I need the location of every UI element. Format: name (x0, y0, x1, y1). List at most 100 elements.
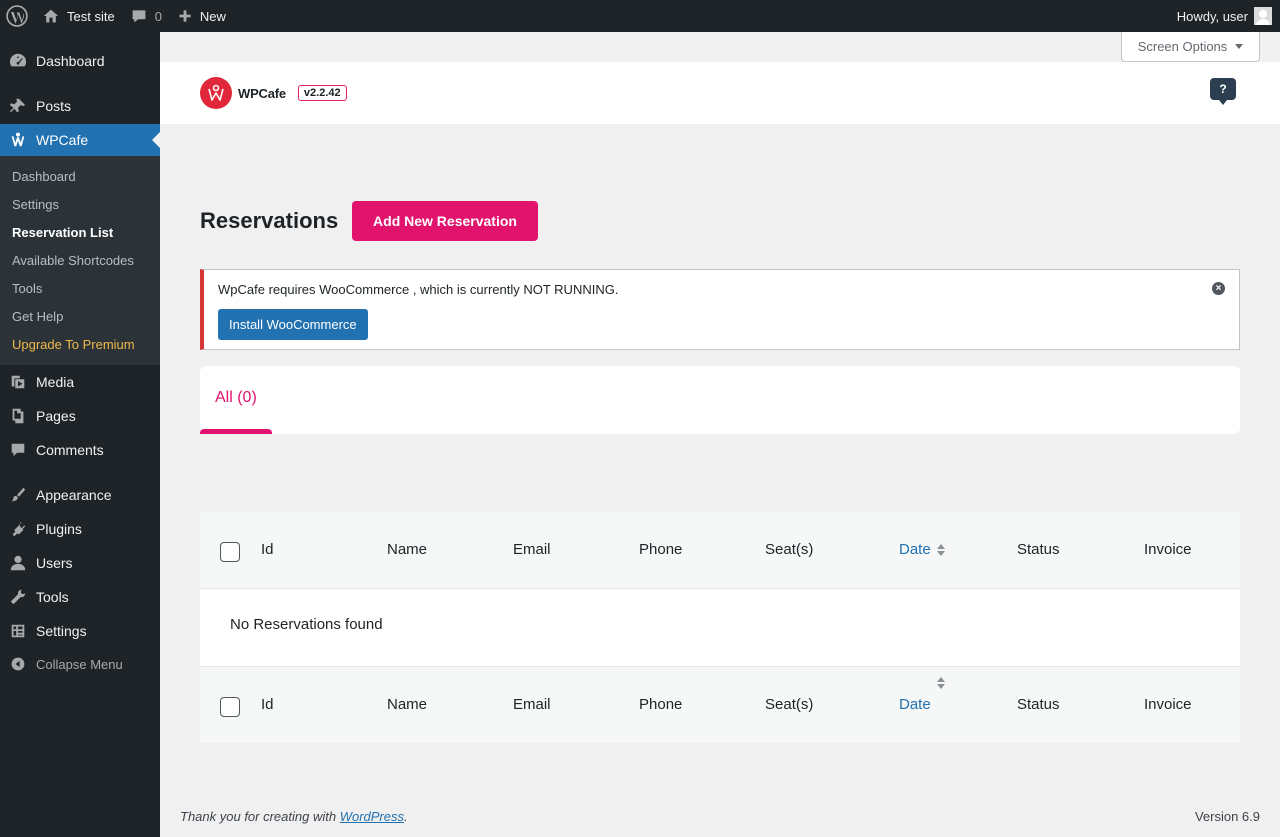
sidebar-item-posts[interactable]: Posts (0, 89, 160, 123)
submenu-item-tools[interactable]: Tools (12, 281, 42, 296)
site-name: Test site (67, 8, 115, 24)
caret-down-icon (1235, 44, 1244, 49)
submenu-item-reservation-list[interactable]: Reservation List (12, 225, 113, 240)
select-all-checkbox-footer[interactable] (220, 697, 240, 717)
table-header: Id Name Email Phone Seat(s) Date Status … (200, 512, 1240, 589)
wpcafe-logo-icon (200, 77, 232, 109)
sidebar-item-label: Users (36, 555, 73, 571)
comment-icon (0, 441, 36, 459)
sidebar-item-label: WPCafe (36, 132, 89, 148)
admin-bar: Test site 0 New Howdy, user (0, 0, 1280, 32)
column-footer-name: Name (387, 696, 428, 713)
column-header-name: Name (387, 541, 428, 558)
column-header-status: Status (1017, 541, 1060, 558)
pin-icon (0, 97, 36, 115)
comments-link[interactable]: 0 (123, 0, 170, 32)
footer-thanks-suffix: . (404, 809, 408, 824)
dismiss-icon[interactable]: × (1212, 282, 1225, 295)
my-account[interactable]: Howdy, user (1177, 0, 1272, 32)
sidebar-item-label: Plugins (36, 521, 82, 537)
screen-options-label: Screen Options (1137, 39, 1228, 54)
sort-arrows-icon[interactable] (937, 544, 945, 556)
submenu-item-upgrade[interactable]: Upgrade To Premium (12, 337, 135, 352)
wordpress-logo-icon[interactable] (0, 0, 35, 32)
footer-version: Version 6.9 (1194, 809, 1260, 824)
version-badge: v2.2.42 (297, 85, 347, 101)
column-header-date[interactable]: Date (899, 541, 931, 558)
comments-count: 0 (154, 8, 162, 24)
column-footer-invoice: Invoice (1144, 696, 1192, 713)
submenu-item-dashboard[interactable]: Dashboard (12, 169, 76, 184)
screen-options-button[interactable]: Screen Options (1121, 32, 1260, 62)
install-woocommerce-button[interactable]: Install WooCommerce (218, 309, 368, 340)
home-icon (43, 9, 59, 23)
admin-sidebar: Dashboard Posts WPCafe Dashboard Setting… (0, 32, 160, 837)
submenu-item-available-shortcodes[interactable]: Available Shortcodes (12, 253, 134, 268)
sidebar-item-settings[interactable]: Settings (0, 614, 160, 648)
column-header-id: Id (261, 541, 274, 558)
empty-message: No Reservations found (230, 616, 383, 633)
sidebar-item-pages[interactable]: Pages (0, 399, 160, 433)
plug-icon (0, 520, 36, 538)
settings-icon (0, 622, 36, 640)
sidebar-item-wpcafe[interactable]: WPCafe (0, 124, 160, 156)
collapse-menu-label: Collapse Menu (36, 656, 123, 672)
new-label: New (199, 8, 226, 24)
wrench-icon (0, 588, 36, 606)
sidebar-item-label: Dashboard (36, 53, 105, 69)
sidebar-item-label: Posts (36, 98, 72, 114)
column-footer-phone: Phone (639, 696, 683, 713)
status-filter-tabs: All (0) (200, 366, 1240, 434)
column-header-email: Email (513, 541, 551, 558)
media-icon (0, 373, 36, 391)
column-header-invoice: Invoice (1144, 541, 1192, 558)
submenu-item-get-help[interactable]: Get Help (12, 309, 63, 324)
sidebar-item-label: Settings (36, 623, 87, 639)
select-all-checkbox[interactable] (220, 542, 240, 562)
user-icon (0, 554, 36, 572)
table-footer: Id Name Email Phone Seat(s) Date Status … (200, 666, 1240, 743)
column-header-seats: Seat(s) (765, 541, 814, 558)
sidebar-item-dashboard[interactable]: Dashboard (0, 44, 160, 78)
column-footer-date[interactable]: Date (899, 696, 931, 713)
collapse-arrow-icon (0, 656, 36, 672)
submenu-item-settings[interactable]: Settings (12, 197, 59, 212)
footer-thanks: Thank you for creating with WordPress. (180, 809, 408, 824)
pages-icon (0, 407, 36, 425)
site-name-link[interactable]: Test site (35, 0, 123, 32)
sidebar-item-label: Media (36, 374, 75, 390)
column-footer-status: Status (1017, 696, 1060, 713)
wpcafe-submenu: Dashboard Settings Reservation List Avai… (0, 156, 160, 365)
new-content-link[interactable]: New (170, 0, 234, 32)
plus-icon (179, 10, 191, 22)
help-button[interactable]: ? (1210, 78, 1236, 105)
sidebar-item-plugins[interactable]: Plugins (0, 512, 160, 546)
sort-arrows-icon[interactable] (937, 677, 945, 689)
wpcafe-icon (0, 131, 36, 149)
howdy-text: Howdy, user (1176, 8, 1248, 24)
help-label: ? (1219, 82, 1227, 96)
sidebar-item-tools[interactable]: Tools (0, 580, 160, 614)
footer-thanks-prefix: Thank you for creating with (180, 809, 340, 824)
add-new-reservation-button[interactable]: Add New Reservation (352, 201, 538, 241)
plugin-header: WPCafe v2.2.42 ? (160, 62, 1280, 124)
sidebar-item-users[interactable]: Users (0, 546, 160, 580)
sidebar-item-label: Appearance (36, 487, 112, 503)
sidebar-item-media[interactable]: Media (0, 365, 160, 399)
sidebar-item-appearance[interactable]: Appearance (0, 478, 160, 512)
sidebar-item-label: Comments (36, 442, 104, 458)
wordpress-link[interactable]: WordPress (340, 809, 404, 824)
brush-icon (0, 486, 36, 504)
comment-icon (132, 10, 146, 23)
column-header-phone: Phone (639, 541, 683, 558)
collapse-menu-button[interactable]: Collapse Menu (0, 647, 160, 681)
sidebar-item-comments[interactable]: Comments (0, 433, 160, 467)
active-tab-indicator (200, 429, 272, 434)
reservations-table: Id Name Email Phone Seat(s) Date Status … (200, 512, 1240, 743)
column-footer-id: Id (261, 696, 274, 713)
sidebar-item-label: Pages (36, 408, 76, 424)
tab-all[interactable]: All (0) (215, 389, 257, 407)
column-footer-seats: Seat(s) (765, 696, 814, 713)
wpcafe-logo: WPCafe v2.2.42 (200, 77, 347, 109)
plugin-name: WPCafe (238, 85, 286, 101)
